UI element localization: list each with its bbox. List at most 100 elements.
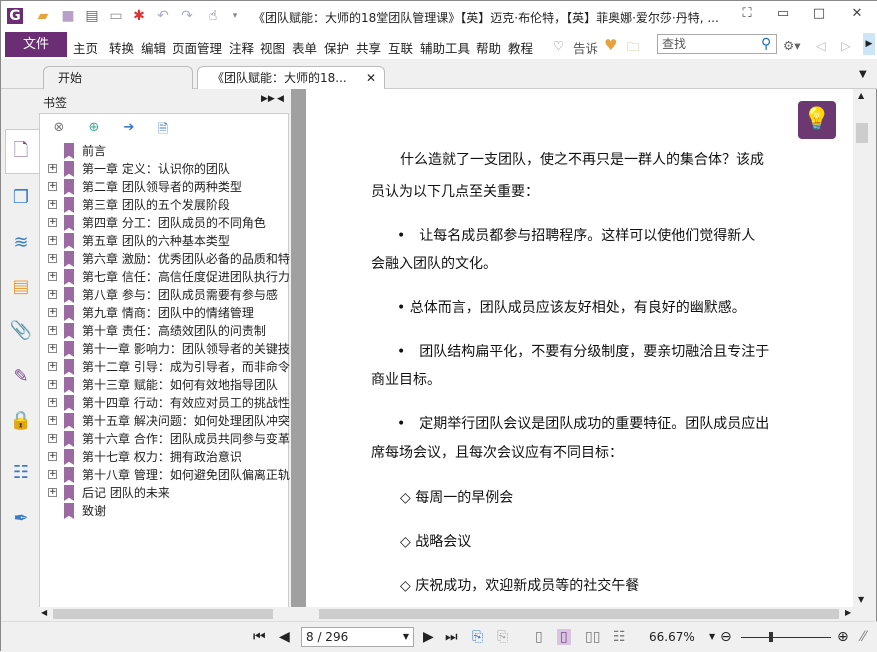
scroll-right-icon[interactable]: ▶	[845, 608, 851, 617]
menu-view[interactable]: 视图	[260, 38, 285, 57]
gear-icon[interactable]: ⚙▾	[783, 38, 800, 53]
zoom-dropdown-icon[interactable]: ▼	[709, 632, 715, 641]
print-icon[interactable]: ▤	[84, 8, 100, 24]
menu-page-management[interactable]: 页面管理	[172, 38, 222, 57]
close-button[interactable]: ✕	[847, 6, 867, 24]
menu-convert[interactable]: 转换	[109, 38, 134, 57]
expand-icon[interactable]: +	[48, 470, 57, 479]
prev-arrow-icon[interactable]: ◁	[816, 38, 826, 53]
maximize-button[interactable]: □	[809, 6, 829, 24]
expand-icon[interactable]: +	[48, 236, 57, 245]
expand-panel-icon[interactable]: ▶▶	[261, 94, 275, 104]
minimize-button[interactable]: ▭	[773, 6, 793, 24]
add-bookmark-icon[interactable]: ⊕	[85, 120, 103, 138]
close-tab-icon[interactable]: ✕	[366, 67, 376, 89]
tab-list-dropdown-icon[interactable]: ▼	[859, 69, 867, 80]
layers-panel-icon[interactable]: ≋	[9, 231, 33, 255]
open-folder-icon[interactable]: ▰	[35, 8, 51, 24]
next-view-icon[interactable]: ⎘	[497, 629, 508, 645]
expand-icon[interactable]: +	[48, 290, 57, 299]
security-panel-icon[interactable]: 🔒	[9, 409, 33, 433]
menu-form[interactable]: 表单	[292, 38, 317, 57]
find-folder-icon[interactable]: 🗀	[627, 38, 640, 59]
first-page-icon[interactable]: ⏮	[253, 629, 266, 645]
signatures-panel-icon[interactable]: ✎	[9, 365, 33, 389]
comments-panel-icon[interactable]: ▤	[9, 275, 33, 299]
page-number-input[interactable]: 8 / 296 ▼	[301, 627, 414, 647]
menu-protect[interactable]: 保护	[324, 38, 349, 57]
expand-icon[interactable]: +	[48, 200, 57, 209]
menu-edit[interactable]: 编辑	[141, 38, 166, 57]
content-panel-icon[interactable]: ☷	[9, 461, 33, 485]
expand-icon[interactable]: +	[48, 362, 57, 371]
menu-tutorial[interactable]: 教程	[508, 38, 533, 57]
zoom-level[interactable]: 66.67%	[649, 630, 695, 644]
previous-view-icon[interactable]: ⎘	[472, 629, 483, 645]
expand-icon[interactable]: +	[48, 344, 57, 353]
tell-me[interactable]: 告诉	[573, 38, 598, 57]
next-arrow-icon[interactable]: ▷	[841, 38, 851, 53]
expand-icon[interactable]: +	[48, 398, 57, 407]
delete-bookmark-icon[interactable]: ⊗	[50, 120, 68, 138]
horizontal-scrollbar[interactable]: ◀ ▶	[39, 607, 871, 621]
search-input[interactable]: 查找	[657, 34, 777, 54]
scroll-left-icon[interactable]: ◀	[41, 608, 47, 617]
bookmarks-panel-icon[interactable]: 🗋	[9, 139, 33, 163]
collapse-panel-icon[interactable]: ◀	[277, 94, 284, 104]
certify-panel-icon[interactable]: ✒	[9, 507, 33, 531]
menu-home[interactable]: 主页	[73, 38, 98, 57]
expand-icon[interactable]: +	[48, 164, 57, 173]
expand-icon[interactable]: +	[48, 326, 57, 335]
page-dropdown-icon[interactable]: ▼	[403, 628, 409, 646]
menu-help[interactable]: 帮助	[476, 38, 501, 57]
zoom-slider-handle[interactable]	[769, 632, 773, 642]
bookmark-options-icon[interactable]: 🗎	[154, 120, 172, 138]
pages-panel-icon[interactable]: ❐	[9, 186, 33, 210]
lightbulb-tip-button[interactable]: 💡	[798, 101, 836, 139]
scroll-thumb[interactable]	[856, 123, 868, 143]
expand-icon[interactable]: +	[48, 380, 57, 389]
expand-icon[interactable]: +	[48, 434, 57, 443]
last-page-icon[interactable]: ⏭	[445, 629, 458, 645]
new-document-icon[interactable]: ✱	[131, 8, 147, 24]
hscroll-thumb-left[interactable]	[53, 609, 273, 619]
file-menu[interactable]: 文件	[5, 32, 67, 57]
expand-icon[interactable]: +	[48, 416, 57, 425]
facing-page-icon[interactable]: ▯▯	[585, 629, 600, 645]
heart-icon[interactable]: ♥	[604, 36, 617, 54]
zoom-in-icon[interactable]: ⊕	[837, 629, 849, 645]
save-icon[interactable]: ■	[60, 8, 76, 24]
search-icon[interactable]: ⚲	[761, 36, 771, 52]
ribbon-scroll-right[interactable]: ▶	[863, 33, 875, 55]
tab-document[interactable]: 《团队赋能：大师的18... ✕	[197, 66, 385, 89]
panel-splitter[interactable]	[291, 89, 306, 621]
continuous-page-icon[interactable]: ▯	[557, 629, 571, 645]
expand-icon[interactable]: +	[48, 308, 57, 317]
menu-comment[interactable]: 注释	[229, 38, 254, 57]
expand-icon[interactable]: +	[48, 452, 57, 461]
zoom-out-icon[interactable]: ⊖	[720, 629, 732, 645]
expand-icon[interactable]: +	[48, 218, 57, 227]
vertical-scrollbar[interactable]: ▲ ▼	[853, 89, 871, 607]
menu-accessibility[interactable]: 辅助工具	[420, 38, 470, 57]
single-page-icon[interactable]: ▯	[535, 629, 543, 645]
menu-connect[interactable]: 互联	[388, 38, 413, 57]
properties-icon[interactable]: ▭	[108, 8, 124, 24]
next-page-icon[interactable]: ▶	[423, 629, 434, 645]
scroll-up-icon[interactable]: ▲	[858, 91, 864, 100]
undo-icon[interactable]: ↶	[155, 8, 171, 24]
tab-start[interactable]: 开始	[43, 66, 193, 89]
redo-icon[interactable]: ↷	[179, 8, 195, 24]
goto-bookmark-icon[interactable]: ➔	[120, 120, 138, 138]
hscroll-thumb[interactable]	[319, 609, 839, 619]
scroll-down-icon[interactable]: ▼	[858, 595, 864, 604]
resize-grip-icon[interactable]: ⁄⁄	[861, 629, 866, 645]
continuous-facing-icon[interactable]: ☷	[613, 629, 626, 645]
previous-page-icon[interactable]: ◀	[279, 629, 290, 645]
expand-icon[interactable]: +	[48, 272, 57, 281]
attachments-panel-icon[interactable]: 📎	[9, 319, 33, 343]
hand-tool-icon[interactable]: ☝	[205, 8, 221, 24]
customize-dropdown-icon[interactable]: ▾	[227, 8, 243, 24]
expand-icon[interactable]: +	[48, 488, 57, 497]
expand-icon[interactable]: +	[48, 254, 57, 263]
